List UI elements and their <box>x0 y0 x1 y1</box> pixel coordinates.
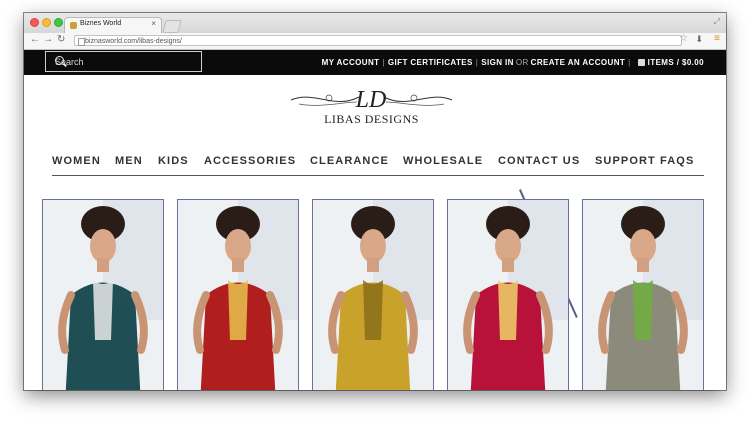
extension-icon[interactable]: ⬇ <box>695 34 703 45</box>
search-icon[interactable] <box>55 56 64 65</box>
address-bar[interactable]: biznasworld.com/libas-designs/ <box>74 35 682 46</box>
minimize-window-icon[interactable] <box>42 18 51 27</box>
product-image <box>43 200 163 390</box>
site-logo[interactable]: LD LIBAS DESIGNS <box>289 80 454 128</box>
favicon-icon <box>70 22 77 29</box>
url-text: biznasworld.com/libas-designs/ <box>85 38 182 45</box>
product-card-5[interactable] <box>582 199 704 390</box>
create-account-link[interactable]: CREATE AN ACCOUNT <box>531 58 626 67</box>
or-text: OR <box>515 58 529 67</box>
product-card-3[interactable] <box>312 199 434 390</box>
sign-in-link[interactable]: SIGN IN <box>481 58 514 67</box>
tab-bar: Biznes World × ⤢ <box>24 13 726 34</box>
zoom-window-icon[interactable] <box>54 18 63 27</box>
browser-tab[interactable]: Biznes World × <box>64 17 162 34</box>
cart-items-link[interactable]: ITEMS / $0.00 <box>648 58 704 67</box>
product-image <box>448 200 568 390</box>
product-grid <box>42 199 704 390</box>
tab-title: Biznes World <box>80 20 122 27</box>
nav-wholesale[interactable]: WHOLESALE <box>403 155 483 167</box>
nav-support-faqs[interactable]: SUPPORT FAQS <box>595 155 694 167</box>
logo-ornament-icon: LD <box>290 87 453 113</box>
back-icon[interactable]: ← <box>30 34 40 45</box>
fullscreen-icon[interactable]: ⤢ <box>714 17 720 27</box>
gift-certificates-link[interactable]: GIFT CERTIFICATES <box>388 58 473 67</box>
close-window-icon[interactable] <box>30 18 39 27</box>
toolbar: ← → ↻ biznasworld.com/libas-designs/ ☆ ⬇… <box>24 33 726 50</box>
product-image <box>583 200 703 390</box>
nav-women[interactable]: WOMEN <box>52 155 101 167</box>
bookmark-star-icon[interactable]: ☆ <box>679 33 688 44</box>
nav-contact-us[interactable]: CONTACT US <box>498 155 580 167</box>
product-card-2[interactable] <box>177 199 299 390</box>
close-tab-icon[interactable]: × <box>151 19 156 28</box>
nav-men[interactable]: MEN <box>115 155 143 167</box>
search-input[interactable]: Search <box>45 51 202 72</box>
top-bar: Search MY ACCOUNT | GIFT CERTIFICATES | SIGN… <box>24 50 726 75</box>
shopping-bag-icon[interactable] <box>637 59 645 66</box>
product-card-4[interactable] <box>447 199 569 390</box>
nav-accessories[interactable]: ACCESSORIES <box>204 155 296 167</box>
product-image <box>178 200 298 390</box>
logo-monogram: LD <box>355 87 387 113</box>
my-account-link[interactable]: MY ACCOUNT <box>322 58 380 67</box>
logo-name: LIBAS DESIGNS <box>324 112 419 126</box>
forward-icon[interactable]: → <box>43 34 53 45</box>
product-image <box>313 200 433 390</box>
menu-icon[interactable]: ≡ <box>714 33 720 44</box>
nav-kids[interactable]: KIDS <box>158 155 189 167</box>
account-links: MY ACCOUNT | GIFT CERTIFICATES | SIGN IN OR CR… <box>321 58 704 67</box>
page-icon <box>78 38 85 46</box>
new-tab-button[interactable] <box>162 20 182 33</box>
page-viewport: Search MY ACCOUNT | GIFT CERTIFICATES | SIGN… <box>24 50 726 390</box>
product-card-1[interactable] <box>42 199 164 390</box>
reload-icon[interactable]: ↻ <box>57 34 65 45</box>
browser-window: Biznes World × ⤢ ← → ↻ biznasworld.com/l… <box>24 13 726 390</box>
main-navigation: WOMEN MEN KIDS ACCESSORIES CLEARANCE WHO… <box>52 155 704 176</box>
nav-clearance[interactable]: CLEARANCE <box>310 155 389 167</box>
